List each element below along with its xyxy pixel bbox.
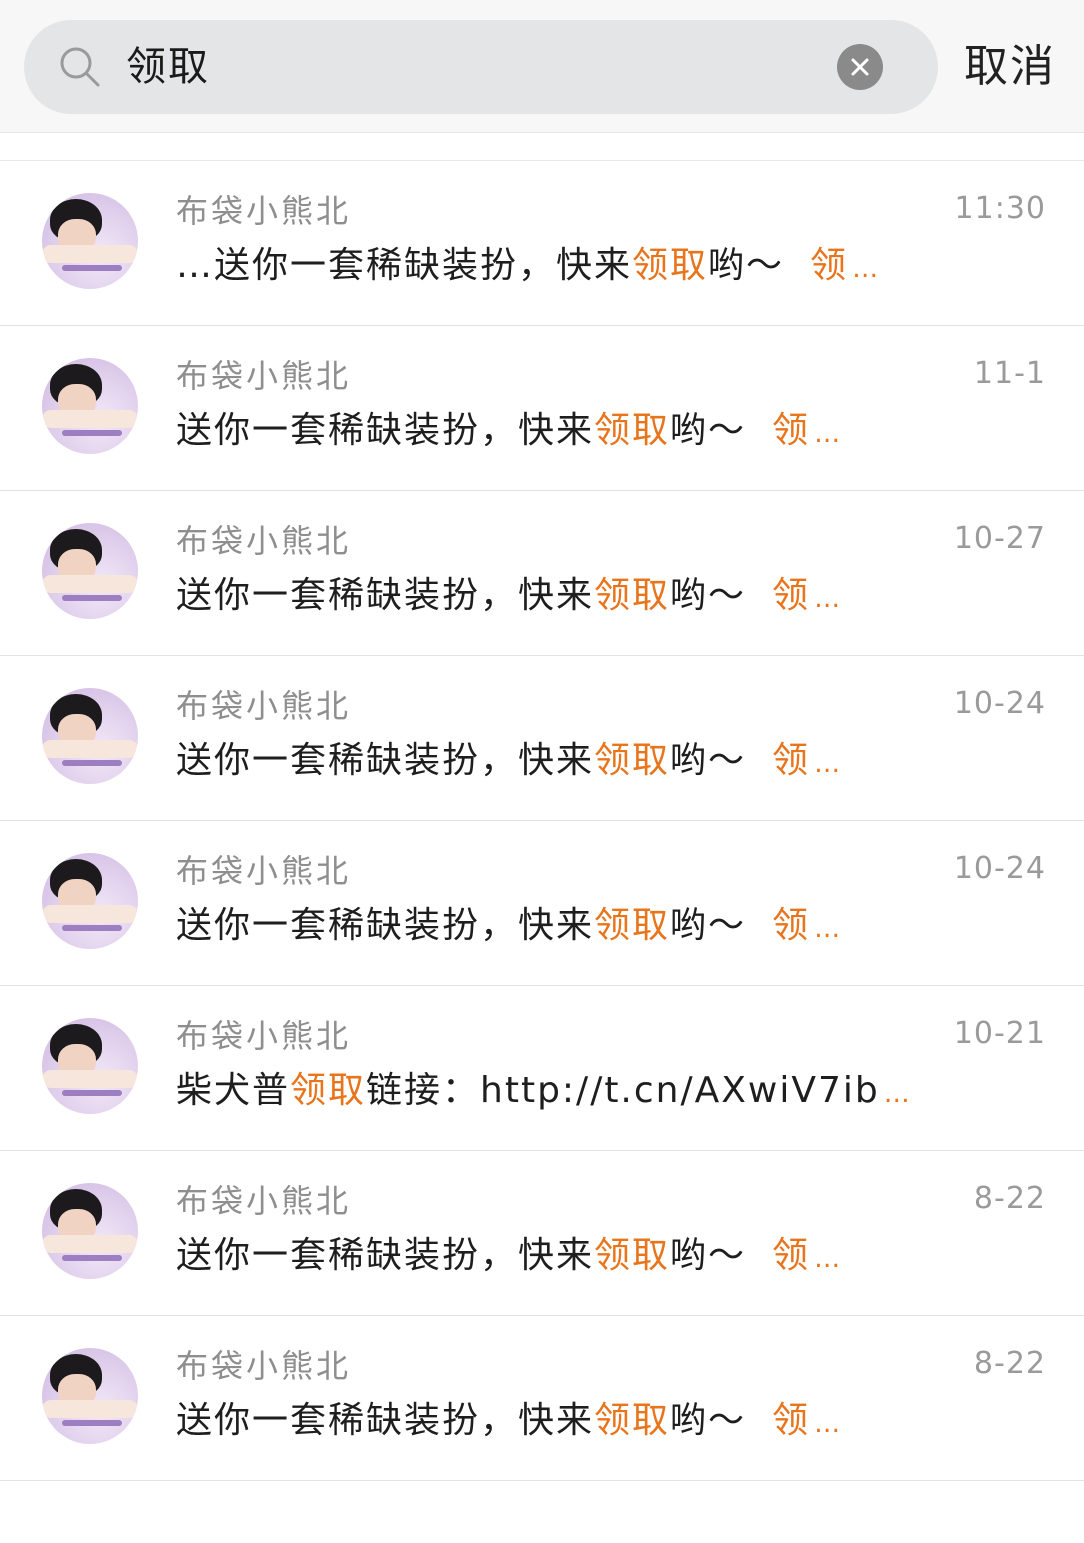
sender-name: 布袋小熊北 <box>176 192 352 230</box>
ellipsis: … <box>814 419 843 449</box>
ellipsis: … <box>852 254 881 284</box>
message-time: 10-27 <box>953 521 1046 556</box>
list-item[interactable]: 布袋小熊北 10-24 送你一套稀缺装扮，快来领取哟～领… <box>0 821 1084 986</box>
match-highlight: 领取 <box>594 575 671 616</box>
ellipsis: … <box>883 1079 912 1109</box>
sender-name: 布袋小熊北 <box>176 1017 352 1055</box>
avatar[interactable] <box>42 853 138 949</box>
search-query[interactable]: 领取 <box>126 42 210 92</box>
match-highlight: 领取 <box>594 1235 671 1276</box>
cancel-button[interactable]: 取消 <box>964 40 1056 94</box>
message-time: 10-24 <box>953 851 1046 886</box>
match-highlight: 领取 <box>632 245 709 286</box>
list-item[interactable]: 布袋小熊北 8-22 送你一套稀缺装扮，快来领取哟～领… <box>0 1316 1084 1481</box>
match-highlight: 领取 <box>594 905 671 946</box>
message-preview: 柴犬普领取链接：http://t.cn/AXwiV7ib… <box>176 1070 912 1111</box>
match-highlight: 领取 <box>594 410 671 451</box>
message-preview: 送你一套稀缺装扮，快来领取哟～领… <box>176 410 843 451</box>
message-time: 10-24 <box>953 686 1046 721</box>
message-time: 8-22 <box>973 1346 1046 1381</box>
message-preview: 送你一套稀缺装扮，快来领取哟～领… <box>176 1235 843 1276</box>
message-preview: 送你一套稀缺装扮，快来领取哟～领… <box>176 905 843 946</box>
clear-search-button[interactable] <box>837 44 883 90</box>
avatar[interactable] <box>42 1348 138 1444</box>
ellipsis: … <box>814 1409 843 1439</box>
avatar[interactable] <box>42 1018 138 1114</box>
close-icon <box>851 58 869 76</box>
message-preview: 送你一套稀缺装扮，快来领取哟～领… <box>176 1400 843 1441</box>
match-highlight: 领取 <box>290 1070 367 1111</box>
match-highlight: 领取 <box>594 740 671 781</box>
message-time: 11:30 <box>954 191 1046 226</box>
ellipsis: … <box>814 584 843 614</box>
list-item[interactable]: 布袋小熊北 8-22 送你一套稀缺装扮，快来领取哟～领… <box>0 1151 1084 1316</box>
message-preview: 送你一套稀缺装扮，快来领取哟～领… <box>176 575 843 616</box>
search-header: 领取 取消 <box>0 0 1084 133</box>
message-preview: …送你一套稀缺装扮，快来领取哟～领… <box>176 245 881 286</box>
list-item[interactable]: 布袋小熊北 10-27 送你一套稀缺装扮，快来领取哟～领… <box>0 491 1084 656</box>
avatar[interactable] <box>42 1183 138 1279</box>
sender-name: 布袋小熊北 <box>176 1182 352 1220</box>
avatar[interactable] <box>42 358 138 454</box>
sender-name: 布袋小熊北 <box>176 1347 352 1385</box>
message-preview: 送你一套稀缺装扮，快来领取哟～领… <box>176 740 843 781</box>
ellipsis: … <box>814 914 843 944</box>
search-results-list: 布袋小熊北 11:30 …送你一套稀缺装扮，快来领取哟～领… 布袋小熊北 11-… <box>0 161 1084 1481</box>
list-item[interactable]: 布袋小熊北 10-21 柴犬普领取链接：http://t.cn/AXwiV7ib… <box>0 986 1084 1151</box>
avatar[interactable] <box>42 523 138 619</box>
sender-name: 布袋小熊北 <box>176 852 352 890</box>
search-icon <box>60 47 100 87</box>
sender-name: 布袋小熊北 <box>176 687 352 725</box>
message-time: 10-21 <box>953 1016 1046 1051</box>
list-item[interactable]: 布袋小熊北 11-1 送你一套稀缺装扮，快来领取哟～领… <box>0 326 1084 491</box>
ellipsis: … <box>814 749 843 779</box>
sender-name: 布袋小熊北 <box>176 522 352 560</box>
match-highlight: 领取 <box>594 1400 671 1441</box>
list-item[interactable]: 布袋小熊北 10-24 送你一套稀缺装扮，快来领取哟～领… <box>0 656 1084 821</box>
avatar[interactable] <box>42 193 138 289</box>
sender-name: 布袋小熊北 <box>176 357 352 395</box>
list-item[interactable]: 布袋小熊北 11:30 …送你一套稀缺装扮，快来领取哟～领… <box>0 161 1084 326</box>
message-time: 8-22 <box>973 1181 1046 1216</box>
ellipsis: … <box>814 1244 843 1274</box>
avatar[interactable] <box>42 688 138 784</box>
message-time: 11-1 <box>973 356 1046 391</box>
